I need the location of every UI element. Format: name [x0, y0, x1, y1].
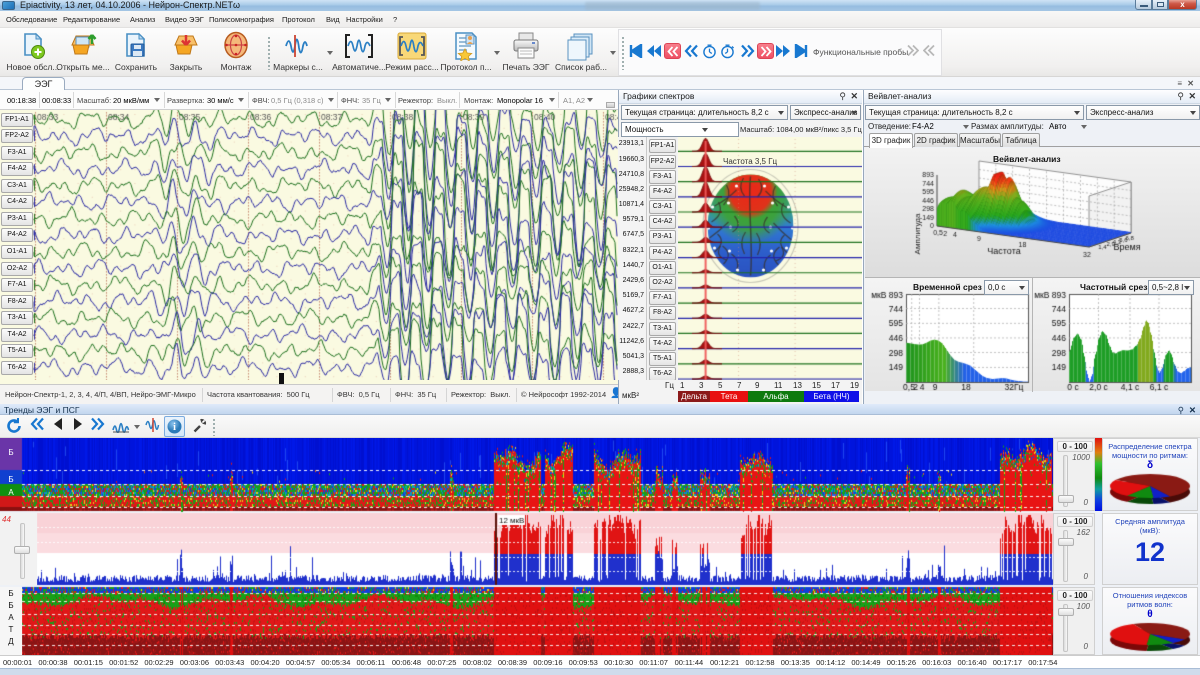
svg-text:i: i: [173, 422, 176, 433]
